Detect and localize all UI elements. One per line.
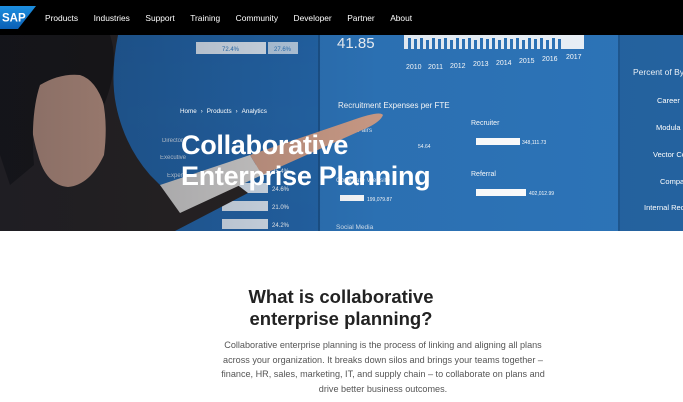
top-nav: SAP Products Industries Support Training… <box>0 0 683 35</box>
screen-right-label: Compa <box>660 177 683 186</box>
screen-year-label: 2011 <box>428 64 443 71</box>
screen-left-label: Director <box>162 138 183 144</box>
screen-value-corporate: 199,079.87 <box>367 197 392 203</box>
screen-year-label: 2012 <box>450 63 466 70</box>
screen-year-label: 2010 <box>406 64 422 71</box>
breadcrumb-products[interactable]: Products <box>207 108 232 115</box>
nav-item-training[interactable]: Training <box>190 13 220 23</box>
breadcrumb: Home › Products › Analytics <box>180 108 267 115</box>
screen-left-pct: 21.0% <box>272 205 290 211</box>
nav-item-community[interactable]: Community <box>236 13 278 23</box>
page-title-line-2: Enterprise Planning <box>181 161 431 191</box>
section-heading: What is collaborative enterprise plannin… <box>248 286 434 329</box>
screen-right-label: Internal Rec <box>644 203 683 212</box>
screen-right-label: Career <box>657 96 680 105</box>
hero-banner: 41.85 2010 2011 2012 2013 2014 2015 2016… <box>0 35 683 231</box>
screen-year-label: 2013 <box>473 61 489 68</box>
sap-logo-text: SAP <box>2 13 26 25</box>
screen-right-label: Vector Co <box>653 150 683 159</box>
screen-pct-left: 72.4% <box>222 47 240 53</box>
page-title: Collaborative Enterprise Planning <box>181 130 461 192</box>
nav-item-support[interactable]: Support <box>145 13 174 23</box>
nav-item-partner[interactable]: Partner <box>347 13 374 23</box>
nav-item-developer[interactable]: Developer <box>294 13 332 23</box>
nav-item-about[interactable]: About <box>390 13 412 23</box>
screen-value-recruiter: 348,111.73 <box>522 140 547 146</box>
screen-label-recruiter: Recruiter <box>471 120 500 127</box>
screen-label-social-media: Social Media <box>336 224 374 231</box>
breadcrumb-analytics[interactable]: Analytics <box>242 108 267 115</box>
screen-right-heading: Percent of By <box>633 67 683 77</box>
screen-year-label: 2014 <box>496 60 512 67</box>
screen-pct-right: 27.6% <box>274 47 292 53</box>
screen-value-referral: 402,012.99 <box>529 191 554 197</box>
nav-item-industries[interactable]: Industries <box>94 13 130 23</box>
screen-top-value: 41.85 <box>337 35 375 52</box>
breadcrumb-home[interactable]: Home <box>180 108 197 115</box>
screen-left-pct: 24.2% <box>272 223 290 229</box>
nav-item-products[interactable]: Products <box>45 13 78 23</box>
nav-menu: Products Industries Support Training Com… <box>45 0 428 35</box>
screen-year-label: 2015 <box>519 58 535 65</box>
screen-heading-mid: Recruitment Expenses per FTE <box>338 101 450 110</box>
screen-year-label: 2017 <box>566 54 582 61</box>
sap-logo[interactable]: SAP <box>0 6 36 29</box>
screen-right-label: Modula <box>656 123 681 132</box>
screen-year-label: 2016 <box>542 56 558 63</box>
chevron-right-icon: › <box>235 108 238 115</box>
screen-label-referral: Referral <box>471 171 496 178</box>
page-title-line-1: Collaborative <box>181 130 349 160</box>
section-body-text: Collaborative enterprise planning is the… <box>221 340 545 394</box>
chevron-right-icon: › <box>200 108 203 115</box>
